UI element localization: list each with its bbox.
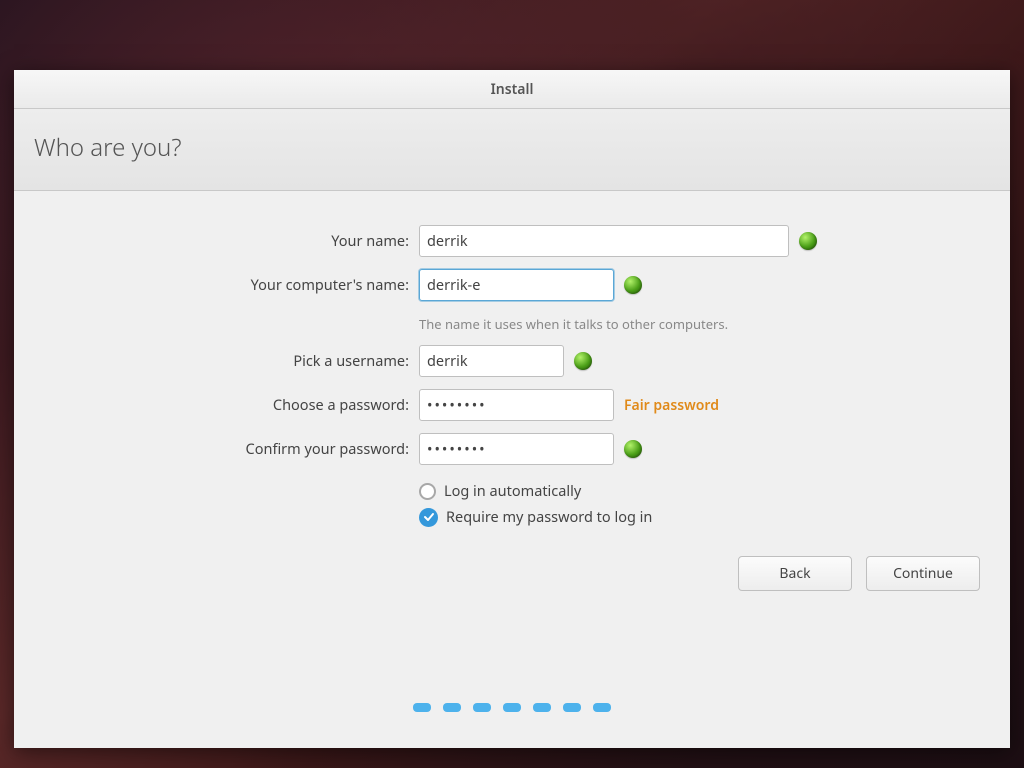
check-ok-icon: [624, 276, 642, 294]
slideshow-progress: [413, 703, 611, 712]
label-username: Pick a username:: [14, 351, 409, 371]
label-computer-name: Your computer's name:: [14, 275, 409, 295]
progress-dot: [563, 703, 581, 712]
progress-dot: [593, 703, 611, 712]
radio-auto-login[interactable]: Log in automatically: [419, 481, 1010, 501]
label-your-name: Your name:: [14, 231, 409, 251]
footer-buttons: Back Continue: [738, 556, 980, 591]
row-computer-name: [419, 269, 1010, 301]
progress-dot: [443, 703, 461, 712]
row-password: Fair password: [419, 389, 1010, 421]
password-strength: Fair password: [624, 396, 719, 415]
progress-dot: [473, 703, 491, 712]
row-confirm-password: [419, 433, 1010, 465]
your-name-input[interactable]: [419, 225, 789, 257]
titlebar: Install: [14, 70, 1010, 109]
label-confirm-password: Confirm your password:: [14, 439, 409, 459]
back-button[interactable]: Back: [738, 556, 852, 591]
radio-auto-login-label: Log in automatically: [444, 481, 581, 501]
computer-name-input[interactable]: [419, 269, 614, 301]
label-password: Choose a password:: [14, 395, 409, 415]
radio-require-password-label: Require my password to log in: [446, 507, 652, 527]
radio-off-icon: [419, 483, 436, 500]
progress-dot: [533, 703, 551, 712]
password-input[interactable]: [419, 389, 614, 421]
row-your-name: [419, 225, 1010, 257]
radio-on-icon: [419, 508, 438, 527]
computer-name-hint: The name it uses when it talks to other …: [419, 313, 1010, 333]
confirm-password-input[interactable]: [419, 433, 614, 465]
continue-button[interactable]: Continue: [866, 556, 980, 591]
user-form: Your name: Your computer's name: The nam…: [14, 225, 1010, 527]
radio-require-password[interactable]: Require my password to log in: [419, 507, 1010, 527]
check-ok-icon: [799, 232, 817, 250]
page-heading: Who are you?: [34, 131, 990, 164]
check-ok-icon: [574, 352, 592, 370]
content-area: Your name: Your computer's name: The nam…: [14, 191, 1010, 748]
window-title: Install: [491, 80, 534, 99]
progress-dot: [413, 703, 431, 712]
installer-window: Install Who are you? Your name: Your com…: [14, 70, 1010, 748]
username-input[interactable]: [419, 345, 564, 377]
row-username: [419, 345, 1010, 377]
login-options: Log in automatically Require my password…: [419, 477, 1010, 527]
check-ok-icon: [624, 440, 642, 458]
heading-region: Who are you?: [14, 109, 1010, 191]
progress-dot: [503, 703, 521, 712]
